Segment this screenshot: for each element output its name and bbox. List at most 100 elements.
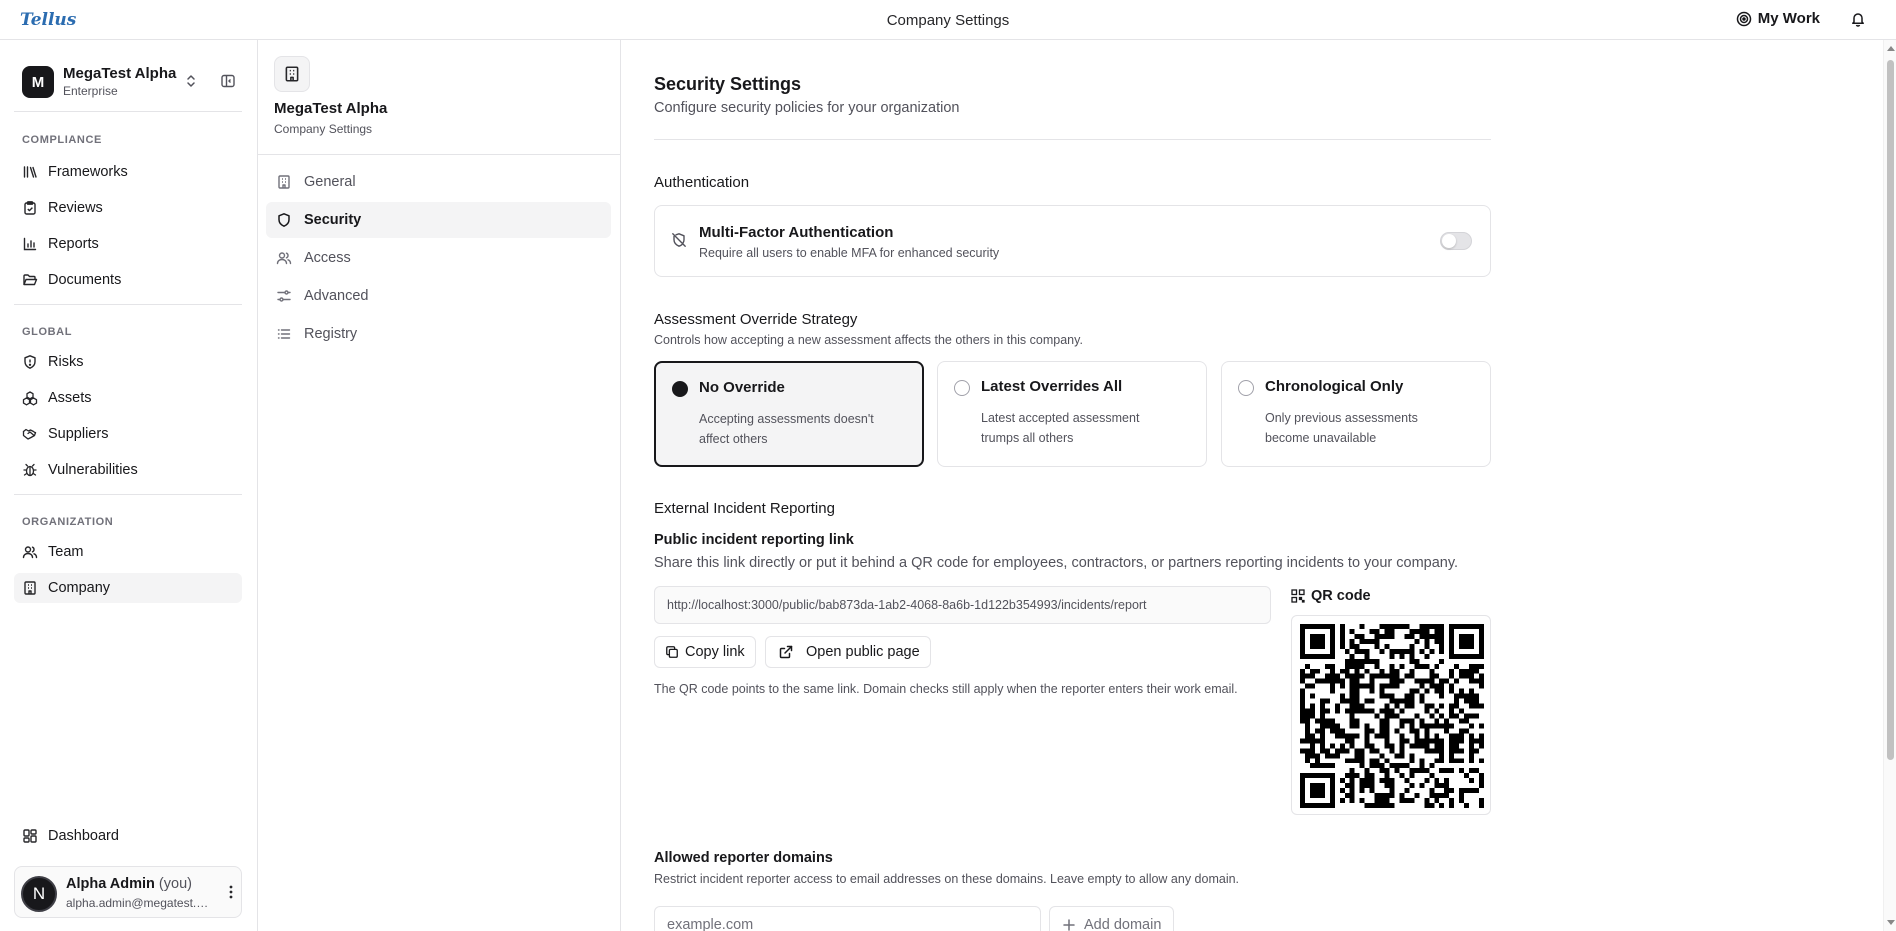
sidebar: M MegaTest Alpha Enterprise COMPLIANCE F… (0, 40, 258, 931)
sidebar-item-frameworks[interactable]: Frameworks (14, 157, 242, 187)
open-public-page-label: Open public page (806, 644, 920, 660)
option-latest-overrides-all[interactable]: Latest Overrides All Latest accepted ass… (937, 361, 1207, 467)
org-switcher[interactable]: M MegaTest Alpha Enterprise (22, 64, 242, 100)
option-chronological-only[interactable]: Chronological Only Only previous assessm… (1221, 361, 1491, 467)
layout-dashboard-icon (23, 829, 37, 843)
sidebar-item-suppliers[interactable]: Suppliers (14, 419, 242, 449)
page-title: Company Settings (886, 12, 1010, 29)
section-label-compliance: COMPLIANCE (22, 134, 102, 146)
my-work-button[interactable]: My Work (1736, 10, 1820, 27)
sidebar-item-documents[interactable]: Documents (14, 265, 242, 295)
sidebar-item-assets[interactable]: Assets (14, 383, 242, 413)
notifications-button[interactable] (1850, 11, 1866, 30)
sliders-icon (277, 290, 291, 302)
handshake-icon (22, 428, 37, 440)
plus-icon (1063, 919, 1075, 931)
sidebar-item-risks[interactable]: Risks (14, 347, 242, 377)
sidebar-item-label: Frameworks (48, 164, 128, 180)
tab-label: Access (304, 250, 351, 266)
main-scrollbar[interactable] (1883, 40, 1896, 931)
allowed-domains-description: Restrict incident reporter access to ema… (654, 872, 1240, 886)
clipboard-check-icon (24, 201, 36, 215)
building-icon (274, 56, 310, 92)
shield-icon (278, 213, 290, 227)
scroll-thumb[interactable] (1887, 60, 1894, 760)
sidebar-item-vulnerabilities[interactable]: Vulnerabilities (14, 455, 242, 485)
open-public-page-button[interactable]: Open public page (765, 636, 931, 668)
mfa-description: Require all users to enable MFA for enha… (699, 246, 1000, 260)
radio-button[interactable] (672, 381, 688, 397)
org-name: MegaTest Alpha (63, 65, 177, 83)
sidebar-item-dashboard[interactable]: Dashboard (14, 821, 242, 851)
option-label: Latest Overrides All (981, 378, 1123, 395)
bell-icon (1852, 13, 1864, 27)
main-content: Security Settings Configure security pol… (621, 40, 1883, 931)
scroll-down-arrow[interactable] (1887, 920, 1895, 925)
sidebar-item-label: Reports (48, 236, 99, 252)
sidebar-item-reviews[interactable]: Reviews (14, 193, 242, 223)
add-domain-label: Add domain (1084, 917, 1162, 931)
top-bar: Tellus Company Settings My Work (0, 0, 1896, 40)
sidebar-divider (14, 111, 242, 112)
boxes-icon (22, 391, 38, 406)
sidebar-item-label: Assets (48, 390, 92, 406)
target-icon (1736, 11, 1752, 26)
qr-code-label: QR code (1291, 588, 1371, 604)
subnav-title: MegaTest Alpha (274, 100, 388, 117)
tab-label: Registry (304, 326, 358, 342)
user-name: Alpha Admin (you) (66, 876, 192, 892)
shield-alert-icon (24, 355, 36, 369)
add-domain-button[interactable]: Add domain (1049, 906, 1175, 931)
user-card[interactable]: N Alpha Admin (you) alpha.admin@megatest… (14, 866, 242, 918)
folder-open-icon (23, 274, 38, 286)
org-plan: Enterprise (63, 83, 118, 98)
app-logo[interactable]: Tellus (20, 10, 76, 30)
qr-code-icon (1291, 589, 1305, 603)
option-description: Latest accepted assessment trumps all ot… (981, 411, 1140, 445)
main-divider (654, 139, 1491, 140)
tab-registry[interactable]: Registry (266, 316, 611, 352)
sidebar-item-label: Suppliers (48, 426, 109, 442)
sidebar-item-reports[interactable]: Reports (14, 229, 242, 259)
override-strategy-heading: Assessment Override Strategy (654, 311, 858, 328)
sidebar-item-company[interactable]: Company (14, 573, 242, 603)
section-heading: Security Settings (654, 74, 802, 94)
section-subheading: Configure security policies for your org… (654, 100, 960, 116)
copy-link-button[interactable]: Copy link (654, 636, 756, 668)
org-avatar: M (22, 66, 54, 98)
allowed-domains-heading: Allowed reporter domains (654, 850, 833, 866)
mfa-toggle[interactable] (1440, 232, 1472, 250)
radio-button[interactable] (954, 380, 970, 396)
subnav-subtitle: Company Settings (274, 122, 373, 136)
more-vertical-icon[interactable] (229, 884, 233, 903)
qr-code-image (1300, 624, 1484, 808)
tab-general[interactable]: General (266, 164, 611, 200)
domain-input[interactable] (654, 906, 1041, 931)
tab-access[interactable]: Access (266, 240, 611, 276)
shield-off-icon (671, 232, 687, 251)
tab-advanced[interactable]: Advanced (266, 278, 611, 314)
radio-button[interactable] (1238, 380, 1254, 396)
section-label-global: GLOBAL (22, 326, 73, 338)
sidebar-item-team[interactable]: Team (14, 537, 242, 567)
sidebar-item-label: Reviews (48, 200, 103, 216)
sidebar-item-label: Vulnerabilities (48, 462, 138, 478)
bar-chart-icon (23, 237, 37, 251)
sidebar-collapse-icon[interactable] (220, 73, 236, 92)
my-work-label: My Work (1757, 10, 1820, 27)
avatar: N (21, 876, 57, 912)
settings-subnav: MegaTest Alpha Company Settings General … (258, 40, 621, 931)
option-no-override[interactable]: No Override Accepting assessments doesn'… (654, 361, 924, 467)
tab-label: Advanced (304, 288, 369, 304)
tab-security[interactable]: Security (266, 202, 611, 238)
copy-link-label: Copy link (685, 644, 745, 660)
qr-note: The QR code points to the same link. Dom… (654, 682, 1238, 696)
chevrons-up-down-icon[interactable] (184, 73, 198, 92)
scroll-up-arrow[interactable] (1887, 46, 1895, 51)
building-icon (278, 175, 290, 189)
sidebar-item-label: Dashboard (48, 828, 119, 844)
public-link-input[interactable] (654, 586, 1271, 624)
qr-code (1291, 615, 1491, 815)
public-link-heading: Public incident reporting link (654, 532, 854, 548)
authentication-heading: Authentication (654, 174, 750, 191)
